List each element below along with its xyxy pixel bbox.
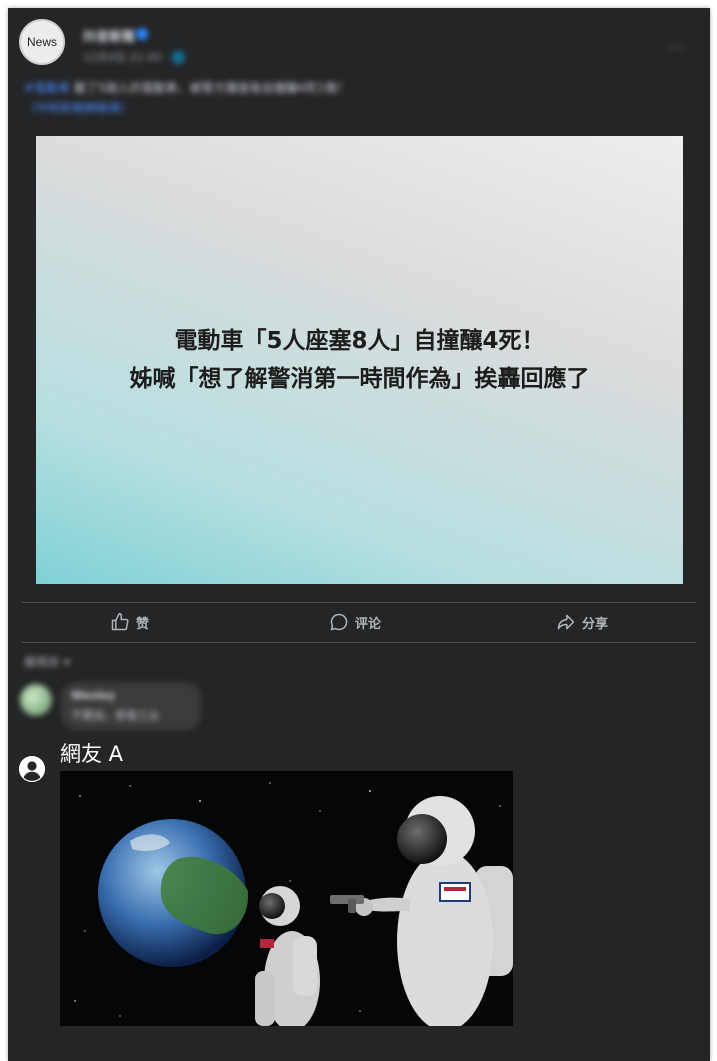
comment-sort-dropdown[interactable]: 最相关 ▾ — [24, 653, 70, 670]
post-text: #電動車 載了5個人的電動車，被警方攔查後自撞釀4死1傷！ 〔中時新聞網報導〕 — [24, 78, 524, 118]
post-time[interactable]: 12月4日 21:40 · 🌐 — [83, 49, 185, 65]
post-text-body: 載了5個人的電動車，被警方攔查後自撞釀4死1傷！ — [73, 81, 349, 95]
commenter-avatar[interactable] — [20, 684, 52, 716]
comment-button[interactable]: 评论 — [329, 612, 381, 632]
comment-bubble: Wesley 不要說，是電工出 — [61, 682, 201, 730]
link-preview-image[interactable]: 電動車「5人座塞8人」自撞釀4死！ 姊喊「想了解警消第一時間作為」挨轟回應了 — [36, 136, 683, 584]
facebook-post: News 抖音新聞 12月4日 21:40 · 🌐 ··· #電動車 載了5個人… — [8, 8, 710, 1061]
share-button[interactable]: 分享 — [556, 612, 608, 632]
headline-line-2: 姊喊「想了解警消第一時間作為」挨轟回應了 — [129, 366, 590, 392]
comment-bubble-icon — [330, 613, 348, 631]
post-text-source[interactable]: 〔中時新聞網報導〕 — [24, 101, 132, 115]
commenter-name[interactable]: Wesley — [71, 689, 115, 702]
hashtag-link[interactable]: #電動車 — [24, 81, 70, 95]
comment-text: 不要說，是電工出 — [71, 709, 159, 722]
comment-label: 评论 — [355, 616, 382, 632]
default-user-avatar-icon[interactable] — [19, 756, 45, 782]
divider — [22, 642, 696, 643]
like-label: 赞 — [136, 616, 150, 632]
share-arrow-icon — [557, 614, 575, 630]
share-label: 分享 — [582, 616, 609, 632]
like-button[interactable]: 赞 — [110, 612, 149, 632]
thumbs-up-icon — [111, 612, 129, 631]
page-name[interactable]: 抖音新聞 — [83, 26, 135, 45]
page-avatar[interactable]: News — [19, 19, 65, 65]
headline-line-1: 電動車「5人座塞8人」自撞釀4死！ — [174, 328, 545, 354]
commenter-name-a[interactable]: 網友 A — [60, 738, 123, 768]
more-options-icon[interactable]: ··· — [668, 38, 686, 57]
astronaut-meme-image[interactable] — [60, 771, 513, 1031]
divider — [22, 602, 696, 603]
meme-illustration — [60, 771, 513, 1031]
verified-badge-icon — [136, 28, 148, 40]
